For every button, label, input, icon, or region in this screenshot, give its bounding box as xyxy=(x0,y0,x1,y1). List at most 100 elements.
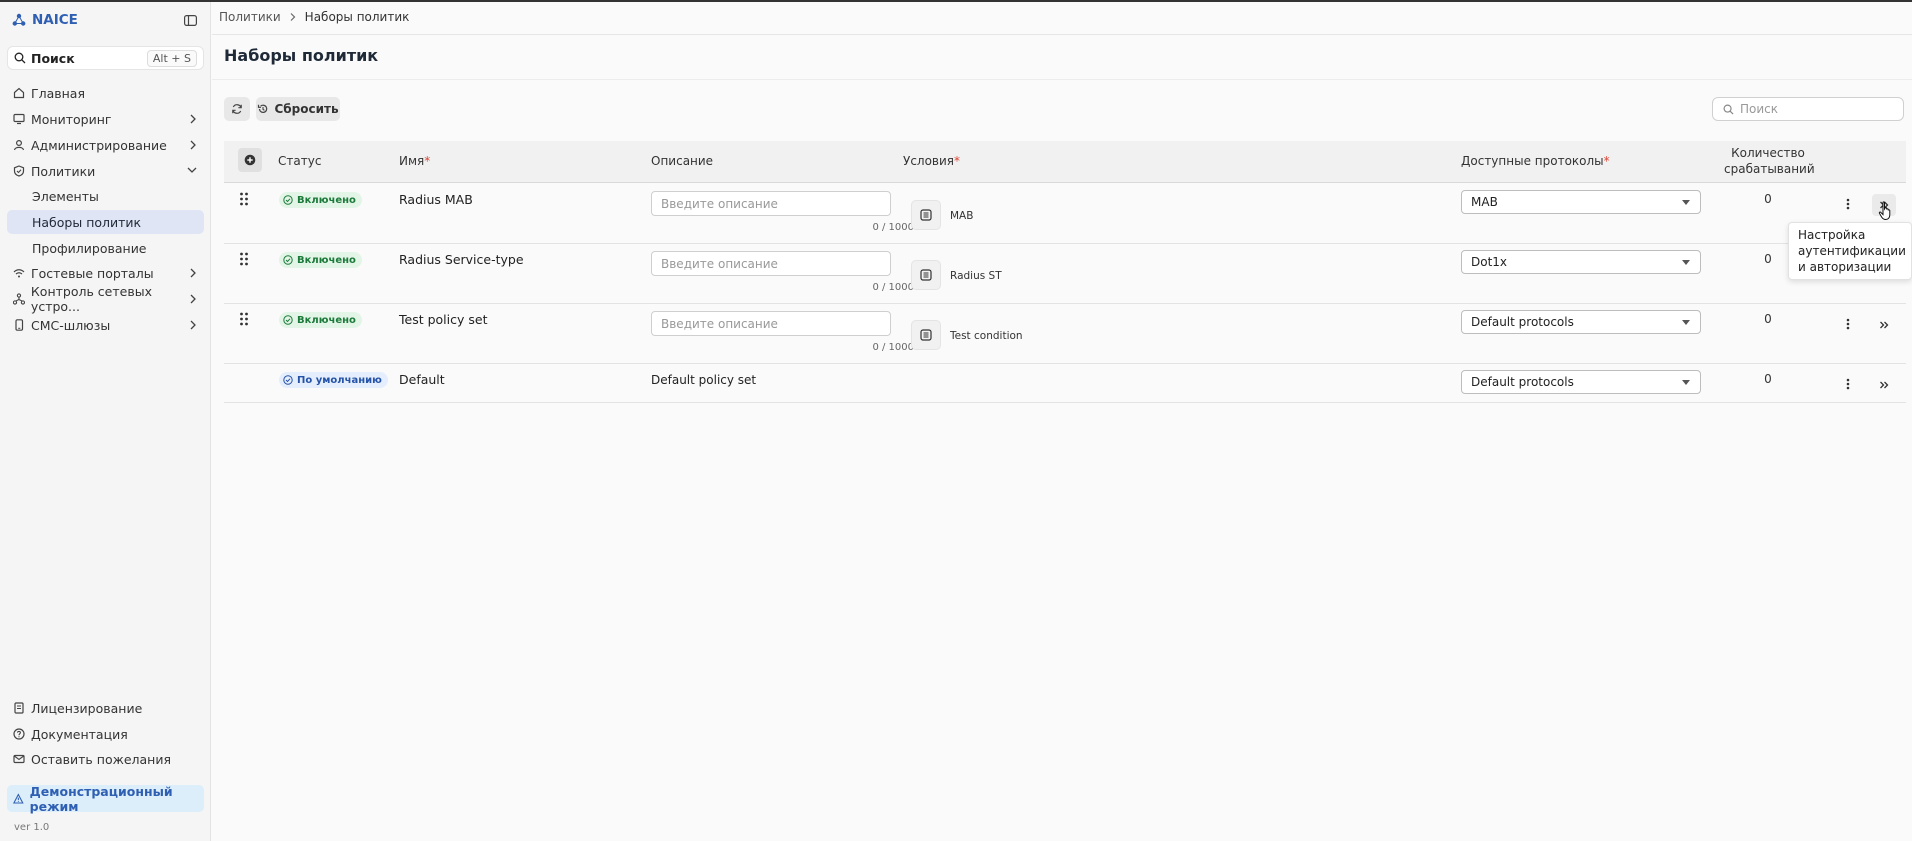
breadcrumb-current: Наборы политик xyxy=(304,10,410,24)
column-protocols[interactable]: Доступные протоколы* xyxy=(1461,154,1610,168)
chevron-right-icon xyxy=(190,140,196,150)
condition-button[interactable] xyxy=(911,320,941,350)
add-policy-set-button[interactable] xyxy=(238,148,262,172)
column-conditions[interactable]: Условия* xyxy=(903,154,960,168)
caret-down-icon xyxy=(1682,320,1690,325)
list-icon xyxy=(920,329,932,341)
sidebar-item-label: Администрирование xyxy=(31,137,167,153)
chevron-down-icon xyxy=(187,167,197,173)
auth-settings-tooltip: Настройка аутентификации и авторизации xyxy=(1788,222,1912,280)
table-row: Включено Test policy set Введите описани… xyxy=(224,304,1906,364)
row-menu-button[interactable] xyxy=(1841,316,1855,332)
double-chevron-right-icon xyxy=(1880,321,1889,329)
refresh-icon xyxy=(232,104,242,114)
drag-handle-icon[interactable] xyxy=(239,312,249,326)
row-menu-button[interactable] xyxy=(1841,376,1855,392)
sidebar-item-monitoring[interactable]: Мониторинг xyxy=(7,107,204,131)
policy-name[interactable]: Default xyxy=(399,372,445,387)
description-text: Default policy set xyxy=(651,373,757,387)
app-name: NAICE xyxy=(32,12,78,28)
wifi-icon xyxy=(13,269,25,278)
policy-name[interactable]: Radius Service-type xyxy=(399,252,524,267)
condition-button[interactable] xyxy=(911,200,941,230)
list-icon xyxy=(920,209,932,221)
description-input[interactable]: Введите описание xyxy=(651,311,891,336)
sidebar-item-label: Элементы xyxy=(32,188,99,204)
open-auth-settings-button[interactable] xyxy=(1872,374,1896,396)
table-header: Статус Имя* Описание Условия* Доступные … xyxy=(224,141,1906,183)
condition-label: MAB xyxy=(950,210,974,222)
more-vertical-icon xyxy=(1846,378,1850,390)
title-divider xyxy=(212,79,1912,80)
reset-button[interactable]: Сбросить xyxy=(256,97,340,121)
sidebar-item-guest-portals[interactable]: Гостевые порталы xyxy=(7,261,204,285)
sidebar-item-label: Лицензирование xyxy=(31,700,143,716)
protocols-select[interactable]: Dot1x xyxy=(1461,250,1701,274)
sidebar-item-documentation[interactable]: Документация xyxy=(7,722,204,746)
sidebar-item-label: Главная xyxy=(31,85,85,101)
status-badge: Включено xyxy=(279,312,362,328)
column-hit-count[interactable]: Количество срабатываний xyxy=(1724,145,1815,177)
row-menu-button[interactable] xyxy=(1841,196,1855,212)
caret-down-icon xyxy=(1682,200,1690,205)
hit-count: 0 xyxy=(1764,312,1772,326)
sidebar-collapse-button[interactable] xyxy=(182,12,198,28)
mail-icon xyxy=(13,754,25,764)
phone-icon xyxy=(15,319,24,331)
sidebar-item-policies[interactable]: Политики xyxy=(7,159,204,183)
monitor-icon xyxy=(13,113,25,125)
more-vertical-icon xyxy=(1846,318,1850,330)
check-circle-icon xyxy=(283,315,293,325)
open-auth-settings-button[interactable] xyxy=(1872,314,1896,336)
plus-circle-icon xyxy=(244,154,256,166)
char-counter: 0 / 1000 xyxy=(872,342,914,353)
table-row: Включено Radius Service-type Введите опи… xyxy=(224,244,1906,304)
sidebar-item-feedback[interactable]: Оставить пожелания xyxy=(7,747,204,771)
refresh-button[interactable] xyxy=(224,97,250,121)
demo-mode-banner[interactable]: Демонстрационный режим xyxy=(7,783,204,814)
home-icon xyxy=(13,87,25,99)
sidebar-item-label: Наборы политик xyxy=(32,214,142,230)
hand-cursor-icon xyxy=(1878,201,1891,221)
app-logo[interactable]: NAICE xyxy=(12,11,78,29)
search-label: Поиск xyxy=(31,50,75,66)
sidebar-item-elements[interactable]: Элементы xyxy=(7,184,204,208)
policy-name[interactable]: Test policy set xyxy=(399,312,487,327)
sidebar-item-label: Гостевые порталы xyxy=(31,265,154,281)
sidebar-item-home[interactable]: Главная xyxy=(7,81,204,105)
table-row: По умолчанию Default Default policy set … xyxy=(224,364,1906,403)
sidebar-item-licensing[interactable]: Лицензирование xyxy=(7,696,204,720)
protocols-select[interactable]: MAB xyxy=(1461,190,1701,214)
sidebar-item-network-devices[interactable]: Контроль сетевых устро... xyxy=(7,284,204,314)
shield-icon xyxy=(13,165,25,177)
header-divider xyxy=(212,34,1912,35)
breadcrumb-parent[interactable]: Политики xyxy=(219,10,281,24)
search-icon xyxy=(14,52,26,64)
protocols-select[interactable]: Default protocols xyxy=(1461,310,1701,334)
sidebar-search[interactable]: Поиск Alt + S xyxy=(7,46,204,70)
page-title: Наборы политик xyxy=(224,46,379,65)
chevron-right-icon xyxy=(190,114,196,124)
description-input[interactable]: Введите описание xyxy=(651,191,891,216)
column-description[interactable]: Описание xyxy=(651,154,713,168)
network-icon xyxy=(13,293,25,305)
check-circle-icon xyxy=(283,375,293,385)
description-input[interactable]: Введите описание xyxy=(651,251,891,276)
protocols-select[interactable]: Default protocols xyxy=(1461,370,1701,394)
sidebar-item-administration[interactable]: Администрирование xyxy=(7,133,204,157)
char-counter: 0 / 1000 xyxy=(872,282,914,293)
demo-mode-label: Демонстрационный режим xyxy=(29,783,173,814)
breadcrumb: Политики Наборы политик xyxy=(219,10,409,24)
drag-handle-icon[interactable] xyxy=(239,252,249,266)
condition-button[interactable] xyxy=(911,260,941,290)
table-search-input[interactable]: Поиск xyxy=(1712,97,1904,121)
drag-handle-icon[interactable] xyxy=(239,192,249,206)
list-icon xyxy=(920,269,932,281)
more-vertical-icon xyxy=(1846,198,1850,210)
column-name[interactable]: Имя* xyxy=(399,154,430,168)
column-status[interactable]: Статус xyxy=(278,154,321,168)
sidebar-item-policy-sets[interactable]: Наборы политик xyxy=(7,210,204,234)
sidebar-item-sms-gateways[interactable]: СМС-шлюзы xyxy=(7,313,204,337)
policy-name[interactable]: Radius MAB xyxy=(399,192,473,207)
sidebar-item-profiling[interactable]: Профилирование xyxy=(7,236,204,260)
